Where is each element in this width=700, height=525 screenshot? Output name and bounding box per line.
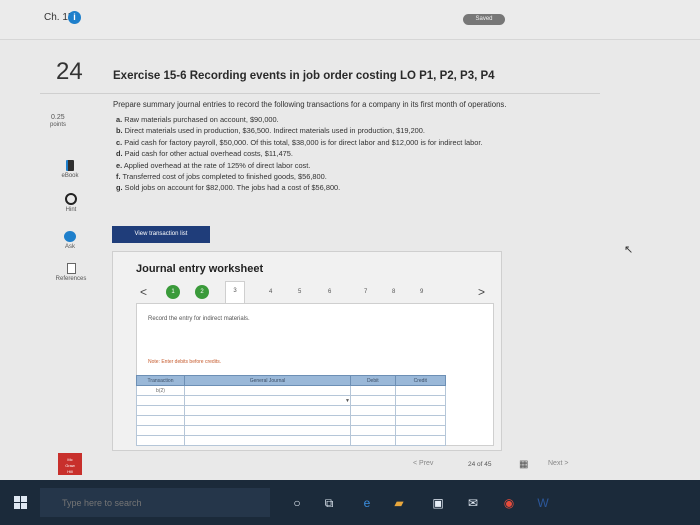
transaction-list: a. Raw materials purchased on account, $…: [116, 114, 482, 194]
table-row: [136, 405, 447, 416]
table-row: [136, 415, 447, 426]
points-value: 0.25: [51, 114, 65, 121]
hint-icon: [65, 193, 77, 205]
hint-button[interactable]: Hint: [49, 193, 93, 213]
store-icon[interactable]: ▣: [431, 496, 445, 510]
journal-entry-table: Transaction General Journal Debit Credit…: [136, 375, 447, 446]
view-transaction-list-button[interactable]: View transaction list: [112, 226, 210, 243]
saved-badge: Saved: [463, 14, 505, 25]
mail-icon[interactable]: ✉: [466, 496, 480, 510]
list-item: a. Raw materials purchased on account, $…: [116, 115, 279, 124]
column-header-debit: Debit: [350, 375, 396, 386]
entry-instruction: Record the entry for indirect materials.: [148, 316, 250, 322]
column-header-general-journal: General Journal: [184, 375, 351, 386]
ebook-icon: [66, 160, 74, 171]
column-header-transaction: Transaction: [136, 375, 185, 386]
account-select[interactable]: [184, 405, 351, 416]
step-8[interactable]: 8: [392, 289, 395, 295]
step-6[interactable]: 6: [328, 289, 331, 295]
taskbar-search-input[interactable]: [40, 488, 270, 517]
chrome-icon[interactable]: ◉: [502, 496, 516, 510]
hint-label: Hint: [65, 207, 77, 213]
debit-input[interactable]: [350, 415, 396, 426]
account-select[interactable]: ▼: [184, 395, 351, 406]
worksheet-next-button[interactable]: >: [478, 285, 485, 299]
list-item: g. Sold jobs on account for $82,000. The…: [116, 183, 341, 193]
step-3[interactable]: 3: [225, 281, 245, 303]
list-item: e. Applied overhead at the rate of 125% …: [116, 160, 311, 170]
debit-input[interactable]: [350, 395, 396, 406]
column-header-credit: Credit: [394, 375, 447, 386]
top-bar: Ch. 15 i Saved: [0, 0, 700, 40]
references-icon: [66, 263, 76, 274]
list-item: f. Transferred cost of jobs completed to…: [116, 172, 327, 182]
debit-input[interactable]: [350, 435, 396, 446]
question-number: 24: [56, 58, 83, 85]
publisher-logo: Mc Graw Hill: [58, 453, 82, 475]
credit-input[interactable]: [394, 405, 447, 416]
question-prompt: Prepare summary journal entries to recor…: [113, 100, 507, 109]
worksheet-prev-button[interactable]: <: [140, 285, 147, 299]
transaction-cell: [136, 395, 185, 406]
step-1[interactable]: 1: [166, 285, 180, 299]
page-indicator: 24 of 45: [468, 461, 492, 468]
question-title: Exercise 15-6 Recording events in job or…: [113, 70, 495, 82]
debit-input[interactable]: [350, 385, 396, 396]
debit-credit-note: Note: Enter debits before credits.: [148, 359, 222, 365]
step-5[interactable]: 5: [298, 289, 301, 295]
step-9[interactable]: 9: [420, 289, 423, 295]
account-select[interactable]: [184, 425, 351, 436]
divider: [40, 93, 600, 94]
table-row: [136, 435, 447, 446]
list-item: b. Direct materials used in production, …: [116, 126, 425, 136]
references-label: References: [55, 276, 87, 282]
credit-input[interactable]: [394, 435, 447, 446]
transaction-cell: [136, 435, 185, 446]
transaction-cell: [136, 405, 185, 416]
transaction-cell: [136, 415, 185, 426]
edge-browser-icon[interactable]: e: [360, 496, 374, 510]
ebook-button[interactable]: eBook: [48, 160, 92, 179]
grid-icon[interactable]: ▦: [519, 459, 528, 470]
table-row: [136, 425, 447, 436]
debit-input[interactable]: [350, 425, 396, 436]
transaction-cell: b(2): [136, 385, 185, 396]
file-explorer-icon[interactable]: ▰: [392, 496, 406, 510]
cortana-icon[interactable]: ○: [290, 496, 304, 510]
chat-icon: [64, 231, 76, 242]
chevron-down-icon: ▼: [345, 397, 350, 404]
credit-input[interactable]: [394, 395, 447, 406]
account-select[interactable]: [184, 435, 351, 446]
points-label: points: [50, 122, 67, 128]
table-row: b(2): [136, 385, 447, 396]
account-select[interactable]: [184, 415, 351, 426]
debit-input[interactable]: [350, 405, 396, 416]
list-item: c. Paid cash for factory payroll, $50,00…: [116, 137, 483, 147]
next-question-button[interactable]: Next >: [548, 460, 568, 467]
step-7[interactable]: 7: [364, 289, 367, 295]
info-icon[interactable]: i: [68, 11, 81, 24]
ebook-label: eBook: [61, 173, 79, 179]
windows-start-icon[interactable]: [14, 496, 27, 509]
transaction-cell: [136, 425, 185, 436]
credit-input[interactable]: [394, 425, 447, 436]
mouse-cursor-icon: ↖: [624, 244, 634, 256]
worksheet-title: Journal entry worksheet: [136, 263, 264, 275]
ask-label: Ask: [64, 244, 75, 250]
prev-question-button[interactable]: < Prev: [413, 460, 433, 467]
ask-button[interactable]: Ask: [48, 231, 92, 250]
step-4[interactable]: 4: [269, 289, 272, 295]
task-view-icon[interactable]: ⧉: [322, 496, 336, 510]
list-item: d. Paid cash for other actual overhead c…: [116, 149, 293, 159]
references-button[interactable]: References: [49, 263, 93, 282]
credit-input[interactable]: [394, 385, 447, 396]
credit-input[interactable]: [394, 415, 447, 426]
account-select[interactable]: [184, 385, 351, 396]
taskbar: ○ ⧉ e ▰ ▣ ✉ ◉ W: [0, 480, 700, 525]
step-2[interactable]: 2: [195, 285, 209, 299]
table-row: ▼: [136, 395, 447, 406]
word-icon[interactable]: W: [536, 496, 550, 510]
